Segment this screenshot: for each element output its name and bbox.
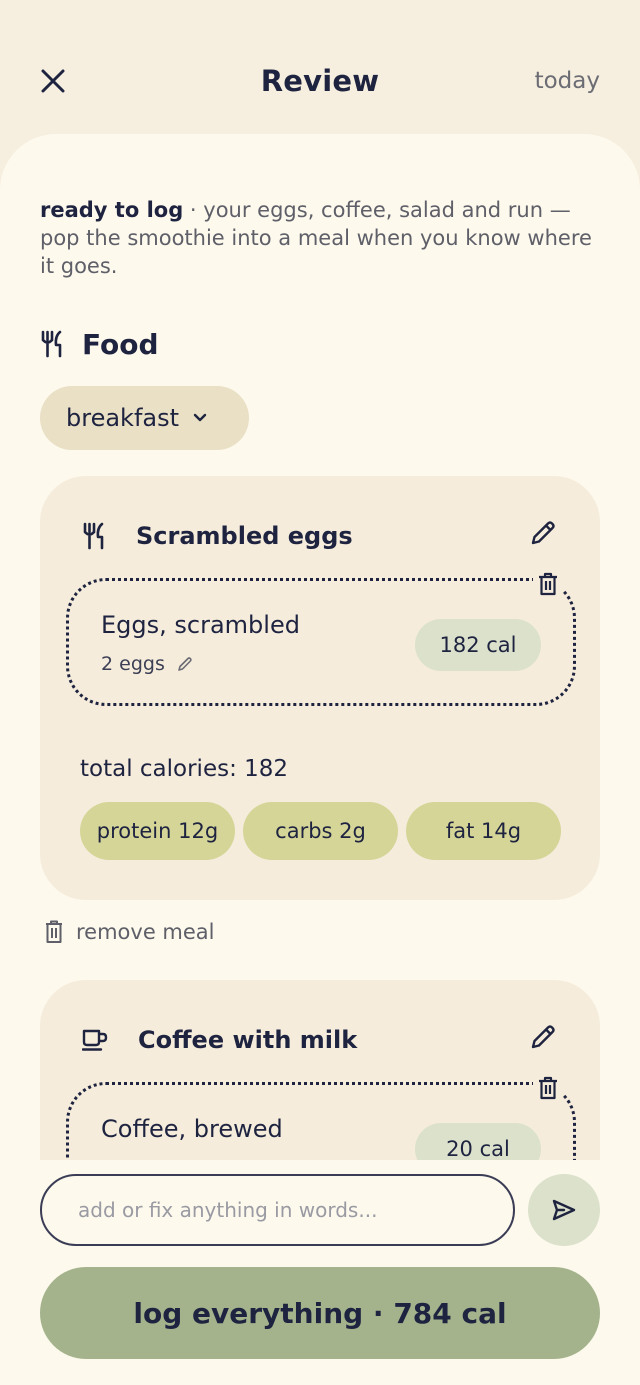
review-scroll-area[interactable]: ready to log · your eggs, coffee, salad … bbox=[0, 134, 640, 1160]
chat-input[interactable] bbox=[40, 1174, 515, 1246]
food-item-name: Coffee, brewed bbox=[101, 1115, 283, 1143]
review-sheet: ready to log · your eggs, coffee, salad … bbox=[0, 134, 640, 1385]
macro-list: protein 12g carbs 2g fat 14g bbox=[80, 802, 561, 860]
delete-item-button[interactable] bbox=[533, 569, 563, 599]
food-item[interactable]: Coffee, brewed 20 cal bbox=[66, 1073, 576, 1160]
trash-icon bbox=[46, 920, 62, 943]
trash-icon bbox=[539, 1076, 557, 1100]
remove-meal-label: remove meal bbox=[76, 920, 215, 944]
food-item[interactable]: Eggs, scrambled 2 eggs 182 cal bbox=[66, 569, 576, 706]
small-pencil-icon[interactable] bbox=[177, 656, 193, 672]
food-section-header: Food bbox=[40, 326, 159, 362]
edit-meal-button[interactable] bbox=[526, 1020, 560, 1054]
macro-protein: protein 12g bbox=[80, 802, 235, 860]
remove-meal-button[interactable]: remove meal bbox=[44, 916, 215, 948]
food-item-quantity[interactable]: 2 eggs bbox=[101, 653, 193, 675]
macro-carbs: carbs 2g bbox=[243, 802, 398, 860]
calorie-badge: 182 cal bbox=[415, 619, 541, 671]
edit-meal-button[interactable] bbox=[526, 516, 560, 550]
meal-type-value: breakfast bbox=[66, 404, 180, 432]
date-label[interactable]: today bbox=[535, 68, 600, 94]
meal-card-header: Scrambled eggs bbox=[82, 516, 560, 556]
top-bar: Review today bbox=[0, 0, 640, 140]
total-calories: total calories: 182 bbox=[80, 756, 289, 782]
fork-knife-icon bbox=[83, 522, 104, 550]
intro-status: ready to log bbox=[40, 198, 184, 222]
pencil-icon bbox=[531, 1025, 555, 1049]
intro-separator: · bbox=[183, 198, 204, 222]
fork-knife-icon bbox=[41, 330, 62, 358]
meal-title: Coffee with milk bbox=[138, 1026, 358, 1054]
meal-type-select[interactable]: breakfast bbox=[40, 386, 249, 450]
meal-card-header: Coffee with milk bbox=[82, 1020, 560, 1060]
log-everything-button[interactable]: log everything · 784 cal bbox=[40, 1267, 600, 1359]
trash-icon bbox=[539, 572, 557, 596]
delete-item-button[interactable] bbox=[533, 1073, 563, 1103]
send-icon bbox=[552, 1199, 576, 1221]
quantity-text: 2 eggs bbox=[101, 653, 165, 675]
meal-card-scrambled-eggs: Scrambled eggs Eggs, scrambled 2 eggs 18… bbox=[40, 476, 600, 900]
send-button[interactable] bbox=[528, 1174, 600, 1246]
coffee-cup-icon bbox=[82, 1029, 108, 1051]
food-item-name: Eggs, scrambled bbox=[101, 611, 300, 639]
macro-fat: fat 14g bbox=[406, 802, 561, 860]
chevron-down-icon bbox=[193, 413, 207, 422]
pencil-icon bbox=[531, 521, 555, 545]
meal-card-coffee-with-milk: Coffee with milk Coffee, brewed 20 cal bbox=[40, 980, 600, 1160]
food-section-title: Food bbox=[82, 327, 159, 361]
intro-text: ready to log · your eggs, coffee, salad … bbox=[40, 196, 600, 280]
meal-title: Scrambled eggs bbox=[136, 522, 353, 550]
calorie-badge: 20 cal bbox=[415, 1123, 541, 1160]
